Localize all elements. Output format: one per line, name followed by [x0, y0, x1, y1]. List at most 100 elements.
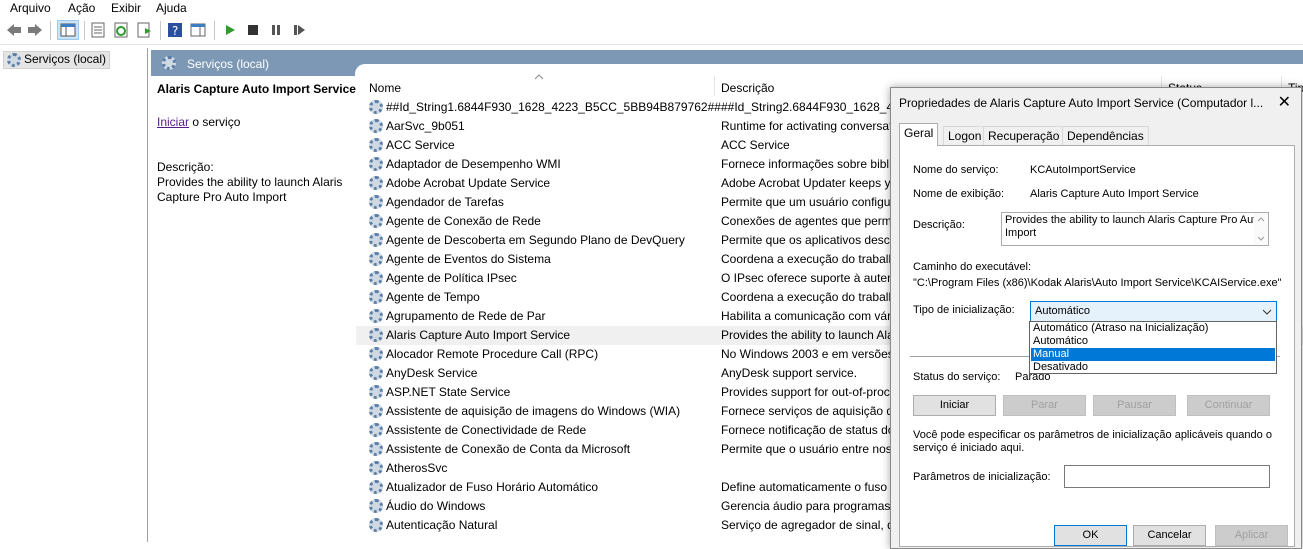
service-name-cell: Agente de Conexão de Rede: [386, 214, 541, 228]
option-automatic[interactable]: Automático: [1031, 335, 1275, 348]
menu-acao[interactable]: Ação: [68, 1, 95, 15]
tree-item-services-local[interactable]: Serviços (local): [3, 51, 111, 69]
description-field-text: Provides the ability to launch Alaris Ca…: [1005, 214, 1263, 239]
gear-icon: [369, 271, 383, 285]
gear-icon: [369, 233, 383, 247]
startup-type-value: Automático: [1035, 305, 1091, 317]
tab-recuperacao[interactable]: Recuperação: [983, 126, 1065, 146]
column-header-name[interactable]: Nome: [369, 81, 401, 95]
menu-arquivo[interactable]: Arquivo: [10, 1, 51, 15]
gear-icon: [369, 385, 383, 399]
back-arrow-icon[interactable]: [6, 22, 22, 38]
sort-ascending-icon: [535, 74, 544, 80]
pause-service-icon[interactable]: [268, 22, 284, 38]
dialog-title: Propriedades de Alaris Capture Auto Impo…: [899, 96, 1264, 110]
start-service-link[interactable]: Iniciar: [157, 115, 189, 129]
executable-path-value: "C:\Program Files (x86)\Kodak Alaris\Aut…: [913, 277, 1282, 289]
startup-type-select[interactable]: Automático: [1030, 301, 1277, 322]
gear-icon: [162, 56, 176, 70]
service-name-cell: Agente de Descoberta em Segundo Plano de…: [386, 233, 685, 247]
refresh-icon[interactable]: [113, 22, 129, 38]
option-manual[interactable]: Manual: [1031, 348, 1275, 361]
service-status-label: Status do serviço:: [913, 371, 1001, 383]
gear-icon: [369, 518, 383, 532]
gear-icon: [369, 347, 383, 361]
display-name-value: Alaris Capture Auto Import Service: [1030, 188, 1199, 200]
service-name-cell: Alaris Capture Auto Import Service: [386, 328, 571, 342]
ok-button[interactable]: OK: [1054, 525, 1127, 546]
tab-dependencias[interactable]: Dependências: [1062, 126, 1149, 146]
start-button[interactable]: Iniciar: [913, 395, 996, 416]
show-hide-action-pane-icon[interactable]: [190, 22, 206, 38]
option-disabled[interactable]: Desativado: [1031, 361, 1275, 374]
start-service-icon[interactable]: [222, 22, 238, 38]
service-name-cell: Agendador de Tarefas: [386, 195, 504, 209]
service-name-cell: ACC Service: [386, 138, 455, 152]
gear-icon: [369, 461, 383, 475]
service-name-cell: Assistente de aquisição de imagens do Wi…: [386, 404, 681, 418]
gear-icon: [369, 442, 383, 456]
startup-params-input[interactable]: [1064, 465, 1270, 488]
tab-logon[interactable]: Logon: [943, 126, 987, 146]
gear-icon: [369, 404, 383, 418]
service-name-cell: Agente de Política IPsec: [386, 271, 517, 285]
option-automatic-delayed[interactable]: Automático (Atraso na Inicialização): [1031, 322, 1275, 335]
display-name-label: Nome de exibição:: [913, 188, 1005, 200]
service-name-value: KCAutoImportService: [1030, 164, 1136, 176]
service-name-cell: Assistente de Conectividade de Rede: [386, 423, 587, 437]
description-label: Descrição:: [157, 160, 214, 174]
chevron-down-icon: [1262, 309, 1272, 315]
toolbar: ?: [0, 17, 1303, 45]
service-name-cell: Agente de Eventos do Sistema: [386, 252, 551, 266]
help-icon[interactable]: ?: [167, 22, 183, 38]
selected-service-name: Alaris Capture Auto Import Service: [157, 82, 356, 96]
tab-geral[interactable]: Geral: [899, 123, 939, 146]
stop-button[interactable]: Parar: [1003, 395, 1086, 416]
service-description-cell: AnyDesk support service.: [721, 366, 858, 380]
gear-icon: [7, 53, 21, 67]
service-name-cell: Adaptador de Desempenho WMI: [386, 157, 561, 171]
apply-button[interactable]: Aplicar: [1215, 525, 1288, 546]
cancel-button[interactable]: Cancelar: [1133, 525, 1206, 546]
gear-icon: [369, 119, 383, 133]
description-text: Provides the ability to launch Alaris Ca…: [157, 175, 343, 204]
console-tree-icon[interactable]: [57, 20, 79, 40]
gear-icon: [369, 138, 383, 152]
restart-service-icon[interactable]: [291, 22, 307, 38]
service-name-cell: AtherosSvc: [386, 461, 448, 475]
console-tree: Serviços (local): [0, 48, 148, 542]
menu-exibir[interactable]: Exibir: [111, 1, 141, 15]
menu-ajuda[interactable]: Ajuda: [156, 1, 187, 15]
start-service-line: Iniciar o serviço: [157, 115, 240, 129]
gear-icon: [369, 195, 383, 209]
pause-button[interactable]: Pausar: [1093, 395, 1176, 416]
description-label: Descrição:: [913, 219, 965, 231]
service-description-cell: ACC Service: [721, 138, 790, 152]
description-field[interactable]: Provides the ability to launch Alaris Ca…: [1001, 212, 1269, 246]
continue-button[interactable]: Continuar: [1187, 395, 1270, 416]
startup-params-label: Parâmetros de inicialização:: [913, 471, 1051, 483]
service-name-cell: AarSvc_9b051: [386, 119, 465, 133]
forward-arrow-icon[interactable]: [27, 22, 43, 38]
menu-bar: Arquivo Ação Exibir Ajuda: [0, 0, 1303, 16]
properties-icon[interactable]: [90, 22, 106, 38]
service-name-cell: Autenticação Natural: [386, 518, 498, 532]
gear-icon: [369, 252, 383, 266]
extended-description-pane: Alaris Capture Auto Import Service Inici…: [151, 76, 356, 542]
gear-icon: [369, 157, 383, 171]
column-header-description[interactable]: Descrição: [721, 81, 774, 95]
service-name-cell: Assistente de Conexão de Conta da Micros…: [386, 442, 631, 456]
close-icon[interactable]: ✕: [1278, 92, 1291, 112]
startup-type-label: Tipo de inicialização:: [913, 304, 1015, 316]
startup-type-dropdown-list: Automático (Atraso na Inicialização) Aut…: [1029, 321, 1277, 374]
stop-service-icon[interactable]: [245, 22, 261, 38]
gear-icon: [369, 309, 383, 323]
service-name-cell: Alocador Remote Procedure Call (RPC): [386, 347, 599, 361]
service-name-cell: Agente de Tempo: [386, 290, 480, 304]
export-list-icon[interactable]: [136, 22, 152, 38]
service-name-cell: AnyDesk Service: [386, 366, 478, 380]
description-scrollbar[interactable]: [1254, 213, 1268, 245]
service-name-cell: Áudio do Windows: [386, 499, 486, 513]
startup-params-hint: Você pode especificar os parâmetros de i…: [913, 429, 1272, 454]
services-header-title: Serviços (local): [187, 57, 270, 71]
